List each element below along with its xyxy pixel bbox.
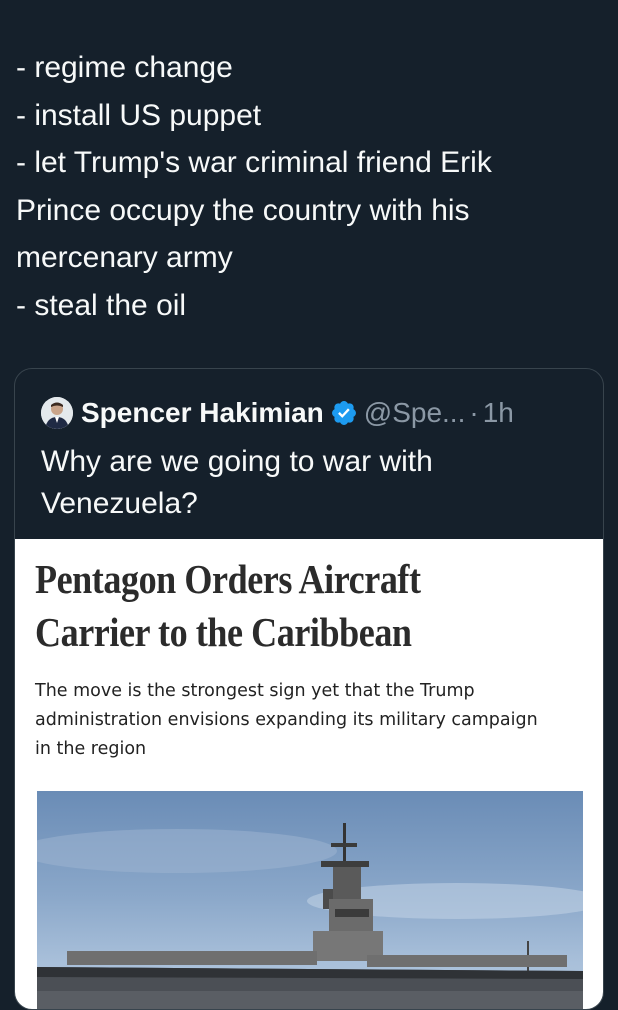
aircraft-carrier-photo xyxy=(37,791,583,1009)
quoted-tweet-header: Spencer Hakimian @Spe... · 1h xyxy=(41,395,514,431)
dek-line: The move is the strongest sign yet that … xyxy=(35,681,475,701)
tweet-line: - let Trump's war criminal friend Erik xyxy=(16,146,492,179)
handle[interactable]: @Spe... xyxy=(364,397,466,429)
quoted-tweet-line: Venezuela? xyxy=(41,487,198,520)
article-headline: Pentagon Orders Aircraft Carrier to the … xyxy=(35,553,519,659)
verified-badge-icon xyxy=(330,399,358,427)
tweet-line: - regime change xyxy=(16,51,233,84)
quoted-tweet-line: Why are we going to war with xyxy=(41,445,433,478)
dek-line: administration envisions expanding its m… xyxy=(35,710,538,730)
article-dek: The move is the strongest sign yet that … xyxy=(35,677,595,764)
quoted-tweet-text: Why are we going to war with Venezuela? xyxy=(41,441,581,525)
tweet-text: - regime change - install US puppet - le… xyxy=(16,44,606,329)
tweet-line: - steal the oil xyxy=(16,288,187,322)
headline-line: Pentagon Orders Aircraft xyxy=(35,556,421,602)
tweet-line: Prince occupy the country with his xyxy=(16,193,470,227)
separator-dot: · xyxy=(469,397,479,428)
headline-line: Carrier to the Caribbean xyxy=(35,609,412,655)
tweet-line: - install US puppet xyxy=(16,98,262,132)
dek-line: in the region xyxy=(35,739,147,759)
display-name[interactable]: Spencer Hakimian xyxy=(81,397,324,429)
tweet-line: mercenary army xyxy=(16,241,233,274)
timestamp[interactable]: 1h xyxy=(483,397,514,429)
avatar[interactable] xyxy=(41,397,73,429)
article-screenshot-image[interactable]: Pentagon Orders Aircraft Carrier to the … xyxy=(15,539,603,1009)
quoted-tweet-card[interactable]: Spencer Hakimian @Spe... · 1h Why are we… xyxy=(14,368,604,1010)
